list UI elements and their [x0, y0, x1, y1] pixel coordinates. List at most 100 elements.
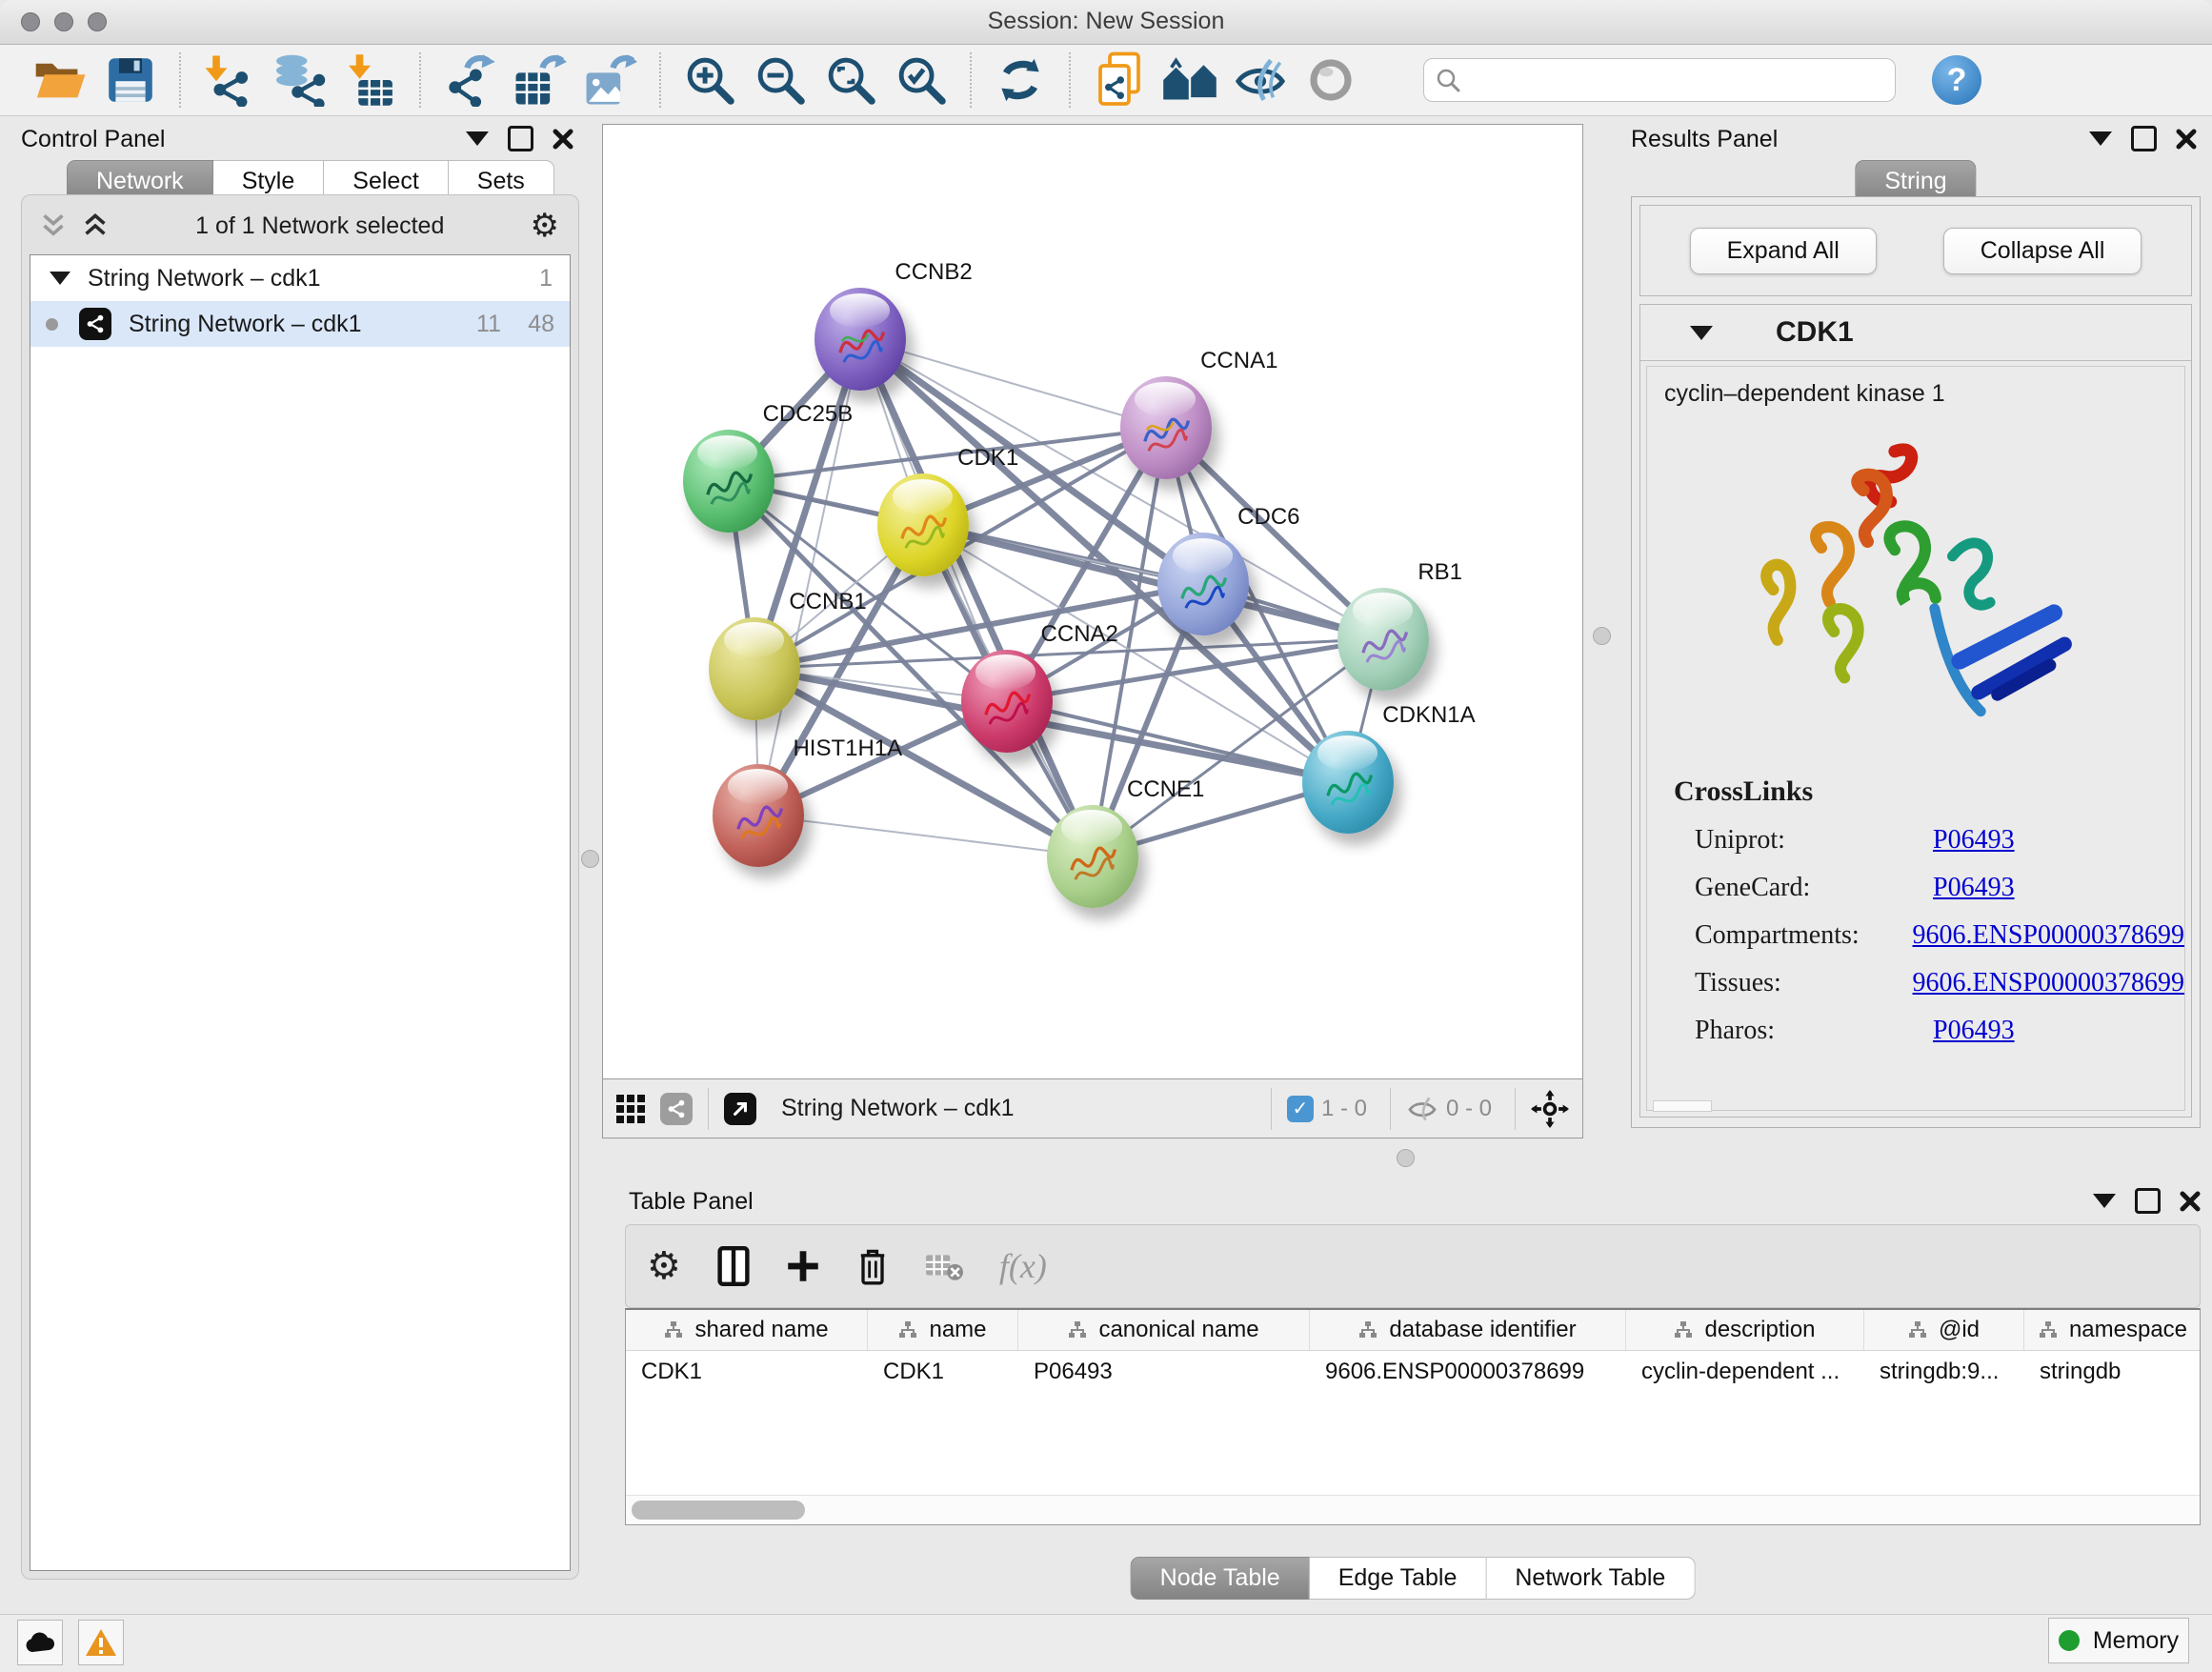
network-node-ccne1[interactable]: [1047, 805, 1138, 908]
results-scrollbar-thumb[interactable]: [1653, 1100, 1712, 1112]
crosslink-pharos[interactable]: P06493: [1933, 1016, 2015, 1046]
clone-network-button[interactable]: [1089, 51, 1150, 109]
table-options-gear-icon[interactable]: ⚙: [647, 1247, 681, 1285]
search-input[interactable]: [1470, 66, 1883, 94]
inactive-orb-button[interactable]: [1300, 51, 1361, 109]
network-node-label: CDC25B: [763, 401, 854, 428]
memory-button[interactable]: Memory: [2048, 1618, 2189, 1663]
panel-float-icon[interactable]: [2131, 126, 2157, 151]
network-node-cdk1[interactable]: [877, 473, 969, 576]
cytoscape-window: Session: New Session: [0, 0, 2212, 1671]
create-column-plus-icon[interactable]: [786, 1249, 820, 1283]
zoom-selected-button[interactable]: [891, 51, 952, 109]
column-header-shared-name[interactable]: shared name: [626, 1310, 868, 1350]
network-view-mode-icon[interactable]: [660, 1093, 693, 1125]
crosslink-uniprot[interactable]: P06493: [1933, 825, 2015, 856]
network-node-ccnb2[interactable]: [814, 288, 906, 391]
detach-view-icon[interactable]: [724, 1093, 756, 1125]
save-session-button[interactable]: [100, 51, 161, 109]
tab-node-table[interactable]: Node Table: [1131, 1557, 1310, 1600]
network-node-cdc6[interactable]: [1157, 533, 1249, 635]
network-node-ccna2[interactable]: [961, 650, 1053, 753]
network-edge: [758, 816, 1093, 856]
panel-close-icon[interactable]: [553, 129, 573, 150]
show-columns-icon[interactable]: [717, 1246, 750, 1286]
table-row[interactable]: CDK1 CDK1 P06493 9606.ENSP00000378699 cy…: [626, 1351, 2200, 1393]
import-table-button[interactable]: [340, 51, 401, 109]
network-canvas[interactable]: CCNB2CCNA1CDC25BCDK1CDC6RB1CCNB1CCNA2CDK…: [602, 124, 1583, 1079]
export-table-button[interactable]: [510, 51, 571, 109]
tab-edge-table[interactable]: Edge Table: [1310, 1557, 1487, 1600]
refresh-icon: [995, 54, 1046, 106]
panel-menu-icon[interactable]: [2093, 1194, 2116, 1208]
column-header-description[interactable]: description: [1626, 1310, 1864, 1350]
network-node-rb1[interactable]: [1337, 588, 1429, 691]
collapse-all-icon[interactable]: [39, 213, 68, 238]
gear-icon[interactable]: ⚙: [531, 210, 559, 242]
crosslink-compartments[interactable]: 9606.ENSP00000378699: [1913, 920, 2184, 951]
crosslink-genecard[interactable]: P06493: [1933, 873, 2015, 903]
column-header-id[interactable]: @id: [1864, 1310, 2024, 1350]
right-splitter-grip[interactable]: [1593, 627, 1611, 645]
selected-checkbox[interactable]: ✓: [1287, 1096, 1314, 1122]
collapse-entry-icon[interactable]: [1690, 326, 1713, 340]
import-network-button[interactable]: [199, 51, 260, 109]
refresh-view-button[interactable]: [990, 51, 1051, 109]
cell-description[interactable]: cyclin-dependent ...: [1626, 1351, 1864, 1393]
zoom-fit-button[interactable]: [820, 51, 881, 109]
column-header-name[interactable]: name: [868, 1310, 1018, 1350]
help-button[interactable]: ?: [1932, 55, 1981, 105]
column-header-namespace[interactable]: namespace: [2024, 1310, 2201, 1350]
panel-close-icon[interactable]: [2180, 1191, 2201, 1212]
cell-shared-name[interactable]: CDK1: [626, 1351, 868, 1393]
collapse-all-button[interactable]: Collapse All: [1943, 228, 2142, 274]
tab-network-table[interactable]: Network Table: [1486, 1557, 1695, 1600]
table-horizontal-scrollbar[interactable]: [626, 1495, 2200, 1524]
cell-id[interactable]: stringdb:9...: [1864, 1351, 2024, 1393]
grid-mode-icon[interactable]: [616, 1095, 645, 1123]
hidden-eye-icon[interactable]: [1406, 1097, 1438, 1121]
function-builder-icon[interactable]: f(x): [999, 1246, 1047, 1286]
cell-canonical-name[interactable]: P06493: [1018, 1351, 1310, 1393]
zoom-in-button[interactable]: [679, 51, 740, 109]
crosslink-tissues[interactable]: 9606.ENSP00000378699: [1913, 968, 2184, 998]
hierarchy-icon: [1674, 1320, 1693, 1340]
cloud-status-button[interactable]: [17, 1620, 63, 1665]
panel-float-icon[interactable]: [508, 126, 533, 151]
network-node-ccnb1[interactable]: [709, 617, 800, 720]
scrollbar-thumb[interactable]: [632, 1501, 805, 1520]
hide-unhide-button[interactable]: [1230, 51, 1291, 109]
export-network-button[interactable]: [439, 51, 500, 109]
cell-database-identifier[interactable]: 9606.ENSP00000378699: [1310, 1351, 1626, 1393]
panel-menu-icon[interactable]: [2089, 131, 2112, 146]
panel-float-icon[interactable]: [2135, 1188, 2161, 1214]
expand-all-icon[interactable]: [81, 213, 110, 238]
column-header-canonical-name[interactable]: canonical name: [1018, 1310, 1310, 1350]
warnings-button[interactable]: [78, 1620, 124, 1665]
import-network-from-database-button[interactable]: [270, 51, 331, 109]
tree-row-collection[interactable]: String Network – cdk1 1: [30, 255, 570, 301]
node-result-header[interactable]: CDK1: [1640, 305, 2191, 361]
network-node-ccna1[interactable]: [1120, 376, 1212, 479]
cell-name[interactable]: CDK1: [868, 1351, 1018, 1393]
panel-close-icon[interactable]: [2176, 129, 2197, 150]
expand-all-button[interactable]: Expand All: [1690, 228, 1877, 274]
network-node-cdc25b[interactable]: [683, 430, 774, 533]
tree-expand-icon[interactable]: [50, 272, 70, 285]
reposition-crosshair-icon[interactable]: [1531, 1090, 1569, 1128]
column-header-database-identifier[interactable]: database identifier: [1310, 1310, 1626, 1350]
cell-namespace[interactable]: stringdb: [2024, 1351, 2201, 1393]
zoom-out-button[interactable]: [750, 51, 811, 109]
network-node-hist1h1a[interactable]: [713, 764, 804, 867]
network-edge-count: 48: [528, 311, 554, 338]
birdseye-view-button[interactable]: [1159, 51, 1220, 109]
delete-column-trash-icon[interactable]: [856, 1247, 889, 1285]
destroy-table-icon[interactable]: [925, 1251, 963, 1281]
open-session-button[interactable]: [30, 51, 90, 109]
bottom-splitter-grip[interactable]: [1397, 1149, 1415, 1167]
panel-menu-icon[interactable]: [466, 131, 489, 146]
export-image-button[interactable]: [580, 51, 641, 109]
tree-row-network[interactable]: String Network – cdk1 11 48: [30, 301, 570, 347]
network-node-cdkn1a[interactable]: [1302, 731, 1394, 834]
left-splitter-grip[interactable]: [581, 850, 599, 868]
